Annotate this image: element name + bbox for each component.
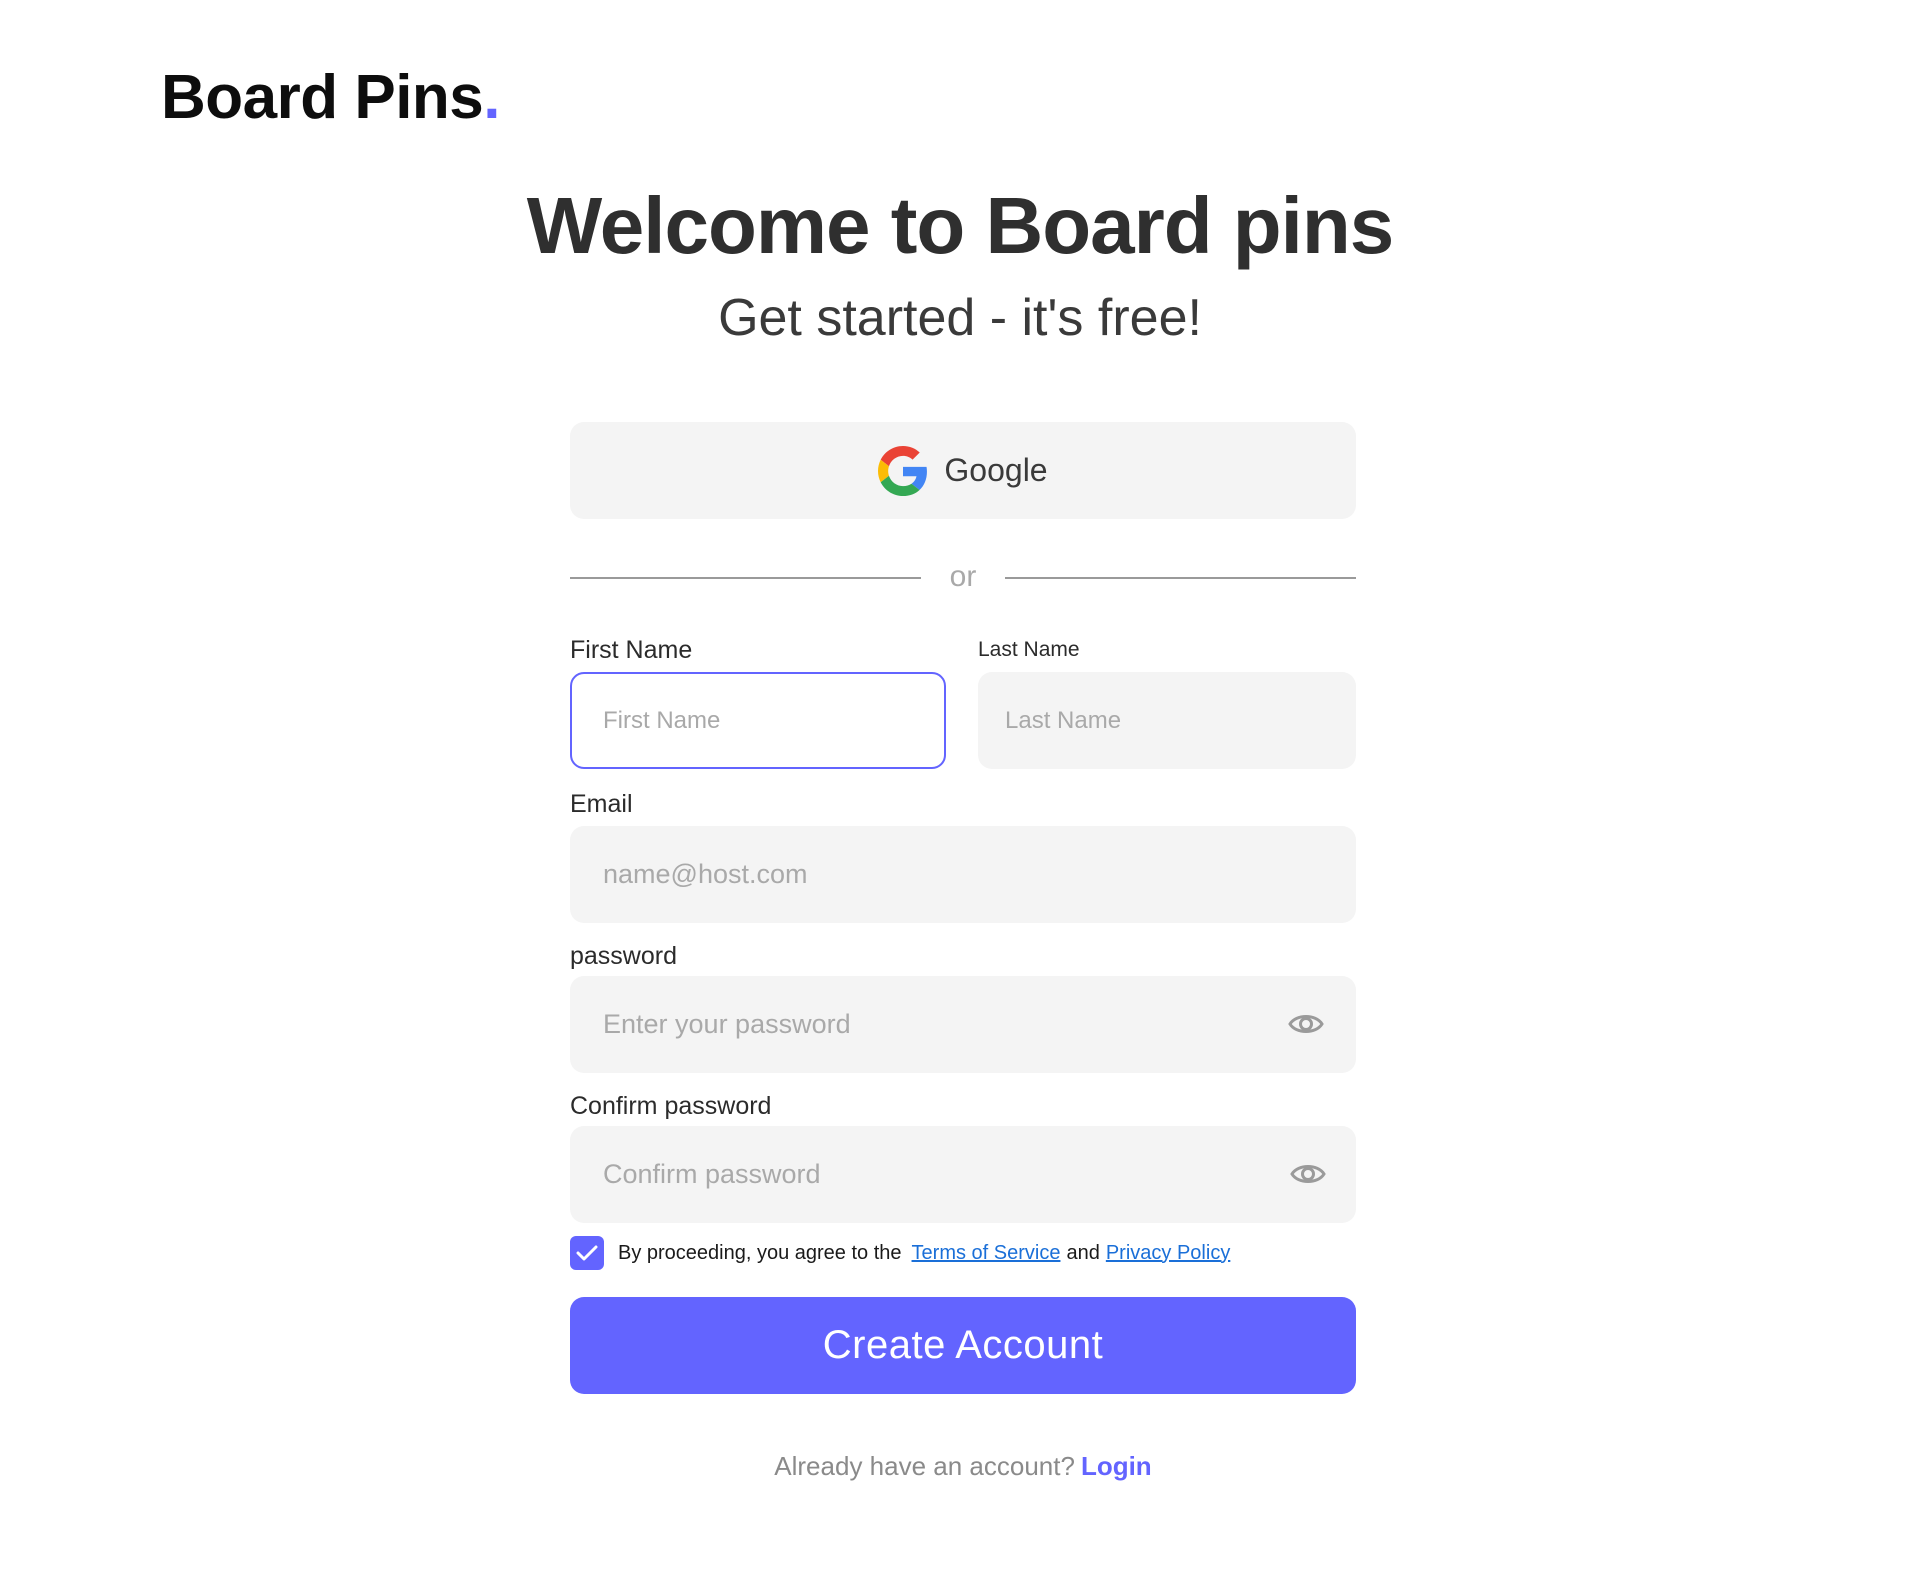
- confirm-password-input[interactable]: [570, 1126, 1356, 1223]
- email-label: Email: [570, 790, 633, 818]
- first-name-field: [570, 672, 946, 769]
- agree-checkbox[interactable]: [570, 1236, 604, 1270]
- agreement-text: By proceeding, you agree to the: [618, 1241, 902, 1264]
- email-field: [570, 826, 1356, 923]
- google-label: Google: [944, 452, 1048, 488]
- google-icon: [878, 445, 928, 496]
- last-name-field: [978, 672, 1356, 769]
- brand-dot: .: [483, 63, 501, 132]
- google-signin-button[interactable]: Google: [570, 422, 1356, 519]
- eye-icon[interactable]: [1290, 1158, 1326, 1190]
- confirm-password-label: Confirm password: [570, 1092, 772, 1120]
- page-title: Welcome to Board pins: [526, 181, 1395, 270]
- divider-line-right: [1005, 577, 1356, 579]
- password-label: password: [570, 942, 677, 970]
- login-prompt: Already have an account? Login: [570, 1448, 1356, 1484]
- first-name-label: First Name: [570, 636, 693, 664]
- checkmark-icon: [576, 1245, 598, 1261]
- login-prompt-text: Already have an account?: [774, 1451, 1075, 1481]
- confirm-password-field: [570, 1126, 1356, 1223]
- create-account-button[interactable]: Create Account: [570, 1297, 1356, 1394]
- last-name-input[interactable]: [978, 672, 1356, 769]
- or-divider: or: [570, 552, 1356, 602]
- brand-name: Board Pins: [161, 63, 484, 132]
- brand-logo: Board Pins.: [161, 58, 501, 138]
- login-link[interactable]: Login: [1081, 1451, 1152, 1481]
- last-name-label: Last Name: [978, 638, 1080, 661]
- terms-of-service-link[interactable]: Terms of Service: [912, 1242, 1061, 1265]
- agreement-and-text: and: [1066, 1241, 1100, 1264]
- first-name-input[interactable]: [572, 674, 944, 767]
- email-input[interactable]: [570, 826, 1356, 923]
- page-subtitle: Get started - it's free!: [718, 289, 1202, 347]
- password-input[interactable]: [570, 976, 1356, 1073]
- privacy-policy-link[interactable]: Privacy Policy: [1106, 1242, 1230, 1265]
- password-field: [570, 976, 1356, 1073]
- eye-icon[interactable]: [1288, 1008, 1324, 1040]
- terms-agreement: By proceeding, you agree to the Terms of…: [570, 1236, 1356, 1270]
